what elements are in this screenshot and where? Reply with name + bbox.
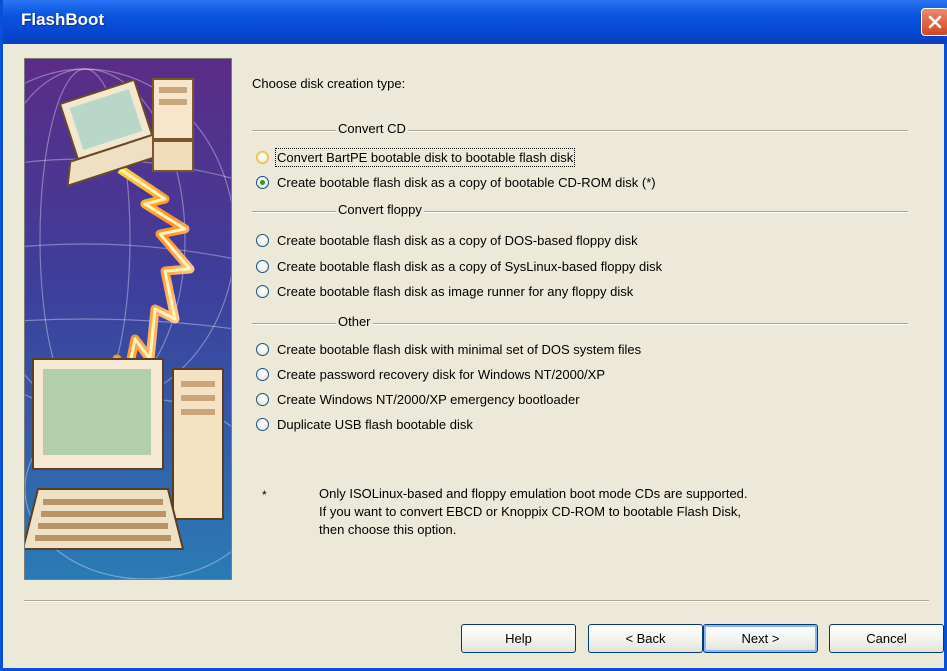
group-label-convert-floppy: Convert floppy	[336, 202, 424, 217]
footnote-line: If you want to convert EBCD or Knoppix C…	[319, 504, 741, 519]
back-button[interactable]: < Back	[588, 624, 703, 653]
option-copy-dos-floppy[interactable]: Create bootable flash disk as a copy of …	[256, 231, 638, 249]
radio-button-selected[interactable]	[256, 175, 269, 189]
option-label: Duplicate USB flash bootable disk	[277, 416, 473, 432]
button-separator	[24, 600, 929, 602]
radio-button[interactable]	[256, 259, 269, 273]
cancel-button[interactable]: Cancel	[829, 624, 944, 653]
radio-button[interactable]	[256, 392, 269, 406]
option-copy-cdrom[interactable]: Create bootable flash disk as a copy of …	[256, 173, 656, 191]
radio-button[interactable]	[256, 233, 269, 247]
group-label-convert-cd: Convert CD	[336, 121, 408, 136]
footnote: Only ISOLinux-based and floppy emulation…	[319, 485, 909, 539]
option-convert-bartpe[interactable]: Convert BartPE bootable disk to bootable…	[256, 147, 576, 167]
close-button[interactable]	[921, 8, 947, 36]
footnote-line: then choose this option.	[319, 522, 457, 537]
close-icon	[928, 15, 942, 29]
option-label: Create bootable flash disk as a copy of …	[277, 174, 656, 190]
option-label: Convert BartPE bootable disk to bootable…	[274, 147, 576, 167]
option-label: Create bootable flash disk as a copy of …	[277, 258, 663, 274]
next-button[interactable]: Next >	[703, 624, 818, 653]
option-copy-syslinux-floppy[interactable]: Create bootable flash disk as a copy of …	[256, 257, 662, 275]
radio-button[interactable]	[256, 367, 269, 381]
option-minimal-dos[interactable]: Create bootable flash disk with minimal …	[256, 340, 641, 358]
option-label: Create bootable flash disk as image runn…	[277, 283, 634, 299]
footnote-line: Only ISOLinux-based and floppy emulation…	[319, 486, 748, 501]
flashboot-dialog: FlashBoot Choose disk creation type: Con…	[0, 0, 947, 671]
option-label: Create password recovery disk for Window…	[277, 366, 606, 382]
window-title: FlashBoot	[21, 10, 105, 29]
options-panel: Choose disk creation type: Convert CD Co…	[252, 60, 912, 580]
title-bar[interactable]: FlashBoot	[3, 0, 947, 44]
option-label: Create bootable flash disk as a copy of …	[277, 232, 638, 248]
option-label: Create bootable flash disk with minimal …	[277, 341, 642, 357]
note-marker: *	[262, 488, 267, 502]
radio-button[interactable]	[256, 342, 269, 356]
help-button[interactable]: Help	[461, 624, 576, 653]
radio-button[interactable]	[256, 150, 269, 164]
option-label: Create Windows NT/2000/XP emergency boot…	[277, 391, 580, 407]
radio-button[interactable]	[256, 284, 269, 298]
option-image-runner[interactable]: Create bootable flash disk as image runn…	[256, 282, 633, 300]
option-password-recovery[interactable]: Create password recovery disk for Window…	[256, 365, 605, 383]
wizard-illustration	[24, 58, 232, 580]
radio-button[interactable]	[256, 417, 269, 431]
option-emergency-bootloader[interactable]: Create Windows NT/2000/XP emergency boot…	[256, 390, 580, 408]
option-duplicate-usb[interactable]: Duplicate USB flash bootable disk	[256, 415, 473, 433]
prompt-label: Choose disk creation type:	[252, 76, 406, 91]
group-label-other: Other	[336, 314, 373, 329]
